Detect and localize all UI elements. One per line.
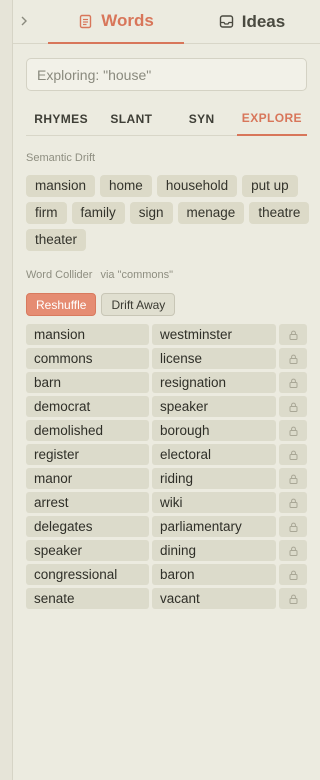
collider-row: speaker dining [26, 540, 307, 561]
document-icon [80, 14, 92, 28]
collider-row: demolished borough [26, 420, 307, 441]
collider-word-right[interactable]: license [152, 348, 276, 369]
drift-chip[interactable]: household [156, 175, 238, 197]
word-collider-heading: Word Collider via "commons" [26, 269, 173, 281]
collider-word-right[interactable]: baron [152, 564, 276, 585]
collider-word-right[interactable]: electoral [152, 444, 276, 465]
lock-icon [289, 546, 297, 556]
lock-icon [289, 570, 297, 580]
collider-row: arrest wiki [26, 492, 307, 513]
lock-icon [289, 594, 297, 604]
drift-chip[interactable]: sign [129, 202, 173, 224]
tab-ideas-label: Ideas [241, 11, 286, 31]
collider-row: congressional baron [26, 564, 307, 585]
word-collider-label: Word Collider [26, 269, 93, 281]
lock-button[interactable] [279, 588, 307, 609]
drift-chip[interactable]: theatre [249, 202, 310, 224]
collider-word-left[interactable]: speaker [26, 540, 149, 561]
collider-word-right[interactable]: riding [152, 468, 276, 489]
collider-word-left[interactable]: commons [26, 348, 149, 369]
collider-word-right[interactable]: dining [152, 540, 276, 561]
drift-chip[interactable]: mansion [26, 175, 96, 197]
collider-row: democrat speaker [26, 396, 307, 417]
search-input[interactable]: Exploring: "house" [26, 58, 307, 91]
lock-icon [289, 354, 297, 364]
collider-word-left[interactable]: register [26, 444, 149, 465]
mode-tabs: RHYMES SLANT SYN EXPLORE [26, 108, 307, 136]
collider-word-left[interactable]: manor [26, 468, 149, 489]
collider-word-left[interactable]: senate [26, 588, 149, 609]
tab-syn[interactable]: SYN [167, 108, 237, 135]
lock-button[interactable] [279, 564, 307, 585]
collider-word-right[interactable]: parliamentary [152, 516, 276, 537]
lock-icon [289, 498, 297, 508]
tab-slant[interactable]: SLANT [96, 108, 166, 135]
chevron-right-icon [21, 16, 27, 26]
word-collider-table: mansion westminster commons license barn resi… [26, 324, 307, 612]
lock-button[interactable] [279, 348, 307, 369]
tab-explore[interactable]: EXPLORE [236, 108, 307, 136]
lock-icon [289, 450, 297, 460]
collapse-sidebar-button[interactable] [0, 0, 48, 42]
lock-button[interactable] [279, 468, 307, 489]
tab-rhymes[interactable]: RHYMES [26, 108, 96, 135]
collider-word-right[interactable]: vacant [152, 588, 276, 609]
collider-word-right[interactable]: resignation [152, 372, 276, 393]
lock-button[interactable] [279, 540, 307, 561]
collider-word-left[interactable]: arrest [26, 492, 149, 513]
lock-icon [289, 522, 297, 532]
lock-button[interactable] [279, 396, 307, 417]
lock-button[interactable] [279, 516, 307, 537]
collider-word-left[interactable]: barn [26, 372, 149, 393]
lock-button[interactable] [279, 492, 307, 513]
collider-word-left[interactable]: mansion [26, 324, 149, 345]
lock-button[interactable] [279, 420, 307, 441]
lock-icon [289, 402, 297, 412]
drift-chip[interactable]: put up [242, 175, 298, 197]
lock-button[interactable] [279, 372, 307, 393]
drift-chip[interactable]: family [71, 202, 125, 224]
word-collider-via: via "commons" [100, 269, 174, 281]
collider-actions: Reshuffle Drift Away [26, 293, 176, 316]
lock-icon [289, 330, 297, 340]
left-rail [0, 0, 13, 780]
inbox-icon [219, 15, 233, 28]
lock-icon [289, 378, 297, 388]
tab-words-label: Words [101, 11, 154, 30]
collider-word-left[interactable]: demolished [26, 420, 149, 441]
divider [13, 43, 48, 44]
collider-word-right[interactable]: wiki [152, 492, 276, 513]
tab-ideas[interactable]: Ideas [184, 0, 320, 44]
collider-row: mansion westminster [26, 324, 307, 345]
drift-chip[interactable]: firm [26, 202, 67, 224]
lock-icon [289, 426, 297, 436]
lock-button[interactable] [279, 324, 307, 345]
collider-row: commons license [26, 348, 307, 369]
collider-word-left[interactable]: delegates [26, 516, 149, 537]
drift-chip[interactable]: theater [26, 229, 87, 251]
collider-row: delegates parliamentary [26, 516, 307, 537]
drift-chip[interactable]: home [100, 175, 152, 197]
top-tabs: Words Ideas [48, 0, 320, 44]
collider-word-right[interactable]: speaker [152, 396, 276, 417]
collider-row: manor riding [26, 468, 307, 489]
lock-icon [289, 474, 297, 484]
drift-chip[interactable]: menage [177, 202, 245, 224]
reshuffle-button[interactable]: Reshuffle [26, 293, 97, 316]
drift-away-button[interactable]: Drift Away [101, 293, 176, 316]
collider-word-right[interactable]: westminster [152, 324, 276, 345]
collider-row: register electoral [26, 444, 307, 465]
collider-row: barn resignation [26, 372, 307, 393]
collider-row: senate vacant [26, 588, 307, 609]
search-input-value: Exploring: "house" [37, 66, 152, 83]
collider-word-right[interactable]: borough [152, 420, 276, 441]
tab-words[interactable]: Words [48, 0, 184, 44]
collider-word-left[interactable]: democrat [26, 396, 149, 417]
semantic-drift-heading: Semantic Drift [26, 152, 96, 164]
collider-word-left[interactable]: congressional [26, 564, 149, 585]
lock-button[interactable] [279, 444, 307, 465]
semantic-drift-chips: mansion home household put up firm famil… [26, 175, 311, 251]
